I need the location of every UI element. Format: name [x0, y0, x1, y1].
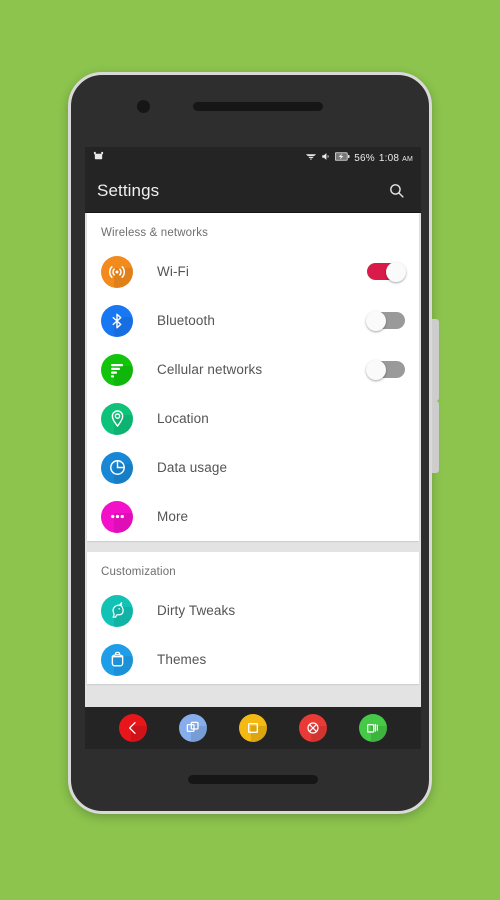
android-robot-icon	[93, 149, 104, 167]
more-dots-icon	[101, 500, 133, 533]
bluetooth-toggle[interactable]	[366, 310, 405, 331]
back-button[interactable]	[119, 714, 147, 742]
setting-label: Themes	[157, 652, 207, 667]
setting-row-bluetooth[interactable]: Bluetooth	[87, 296, 419, 345]
setting-row-wifi[interactable]: Wi-Fi	[87, 247, 419, 296]
status-indicators: 56% 1:08 AM	[305, 149, 413, 167]
setting-row-location[interactable]: Location	[87, 394, 419, 443]
action-bar: Settings	[85, 169, 421, 213]
setting-row-data-usage[interactable]: Data usage	[87, 443, 419, 492]
setting-label: Dirty Tweaks	[157, 603, 236, 618]
status-bar: 56% 1:08 AM	[85, 147, 421, 169]
setting-row-themes[interactable]: Themes	[87, 635, 419, 684]
setting-label: Data usage	[157, 460, 228, 475]
multi-window-button[interactable]	[179, 714, 207, 742]
wifi-signal-icon	[305, 149, 317, 167]
setting-label: Bluetooth	[157, 313, 215, 328]
section-header: Customization	[101, 566, 176, 578]
setting-row-dirty-tweaks[interactable]: Dirty Tweaks	[87, 586, 419, 635]
settings-list[interactable]: Wireless & networks Wi-Fi Bluetooth Cell…	[85, 213, 421, 707]
home-button[interactable]	[239, 714, 267, 742]
wifi-toggle[interactable]	[367, 261, 406, 282]
wifi-icon	[101, 255, 133, 288]
battery-percent: 56%	[354, 152, 375, 164]
setting-label: Cellular networks	[157, 362, 263, 377]
navigation-bar	[85, 707, 421, 749]
battery-charging-icon	[335, 149, 350, 167]
recents-button[interactable]	[359, 714, 387, 742]
earpiece-speaker	[193, 102, 323, 111]
front-camera	[137, 100, 150, 113]
setting-label: Location	[157, 411, 209, 426]
section-customization: Customization Dirty Tweaks Themes	[87, 552, 419, 684]
section-header: Wireless & networks	[101, 227, 209, 239]
power-button[interactable]	[432, 401, 439, 473]
unicorn-icon	[101, 594, 133, 627]
status-clock: 1:08 AM	[378, 152, 413, 164]
pie-clock-icon	[101, 451, 133, 484]
search-icon[interactable]	[383, 178, 409, 204]
map-pin-icon	[101, 402, 133, 435]
setting-row-more[interactable]: More	[87, 492, 419, 541]
setting-row-cellular[interactable]: Cellular networks	[87, 345, 419, 394]
phone-frame: 56% 1:08 AM Settings Wireless & networks	[68, 72, 439, 814]
status-notifications	[93, 149, 104, 167]
cellular-toggle[interactable]	[366, 359, 405, 380]
setting-label: Wi-Fi	[157, 264, 189, 279]
bottom-speaker	[188, 775, 318, 784]
paint-bucket-icon	[101, 643, 133, 676]
signal-bars-icon	[101, 353, 133, 386]
kill-app-button[interactable]	[299, 714, 327, 742]
bluetooth-icon	[101, 304, 133, 337]
phone-screen: 56% 1:08 AM Settings Wireless & networks	[85, 147, 421, 749]
section-wireless-networks: Wireless & networks Wi-Fi Bluetooth Cell…	[87, 213, 419, 541]
setting-label: More	[157, 509, 189, 524]
page-title: Settings	[97, 180, 160, 200]
volume-icon	[321, 149, 331, 167]
volume-button[interactable]	[432, 319, 439, 401]
